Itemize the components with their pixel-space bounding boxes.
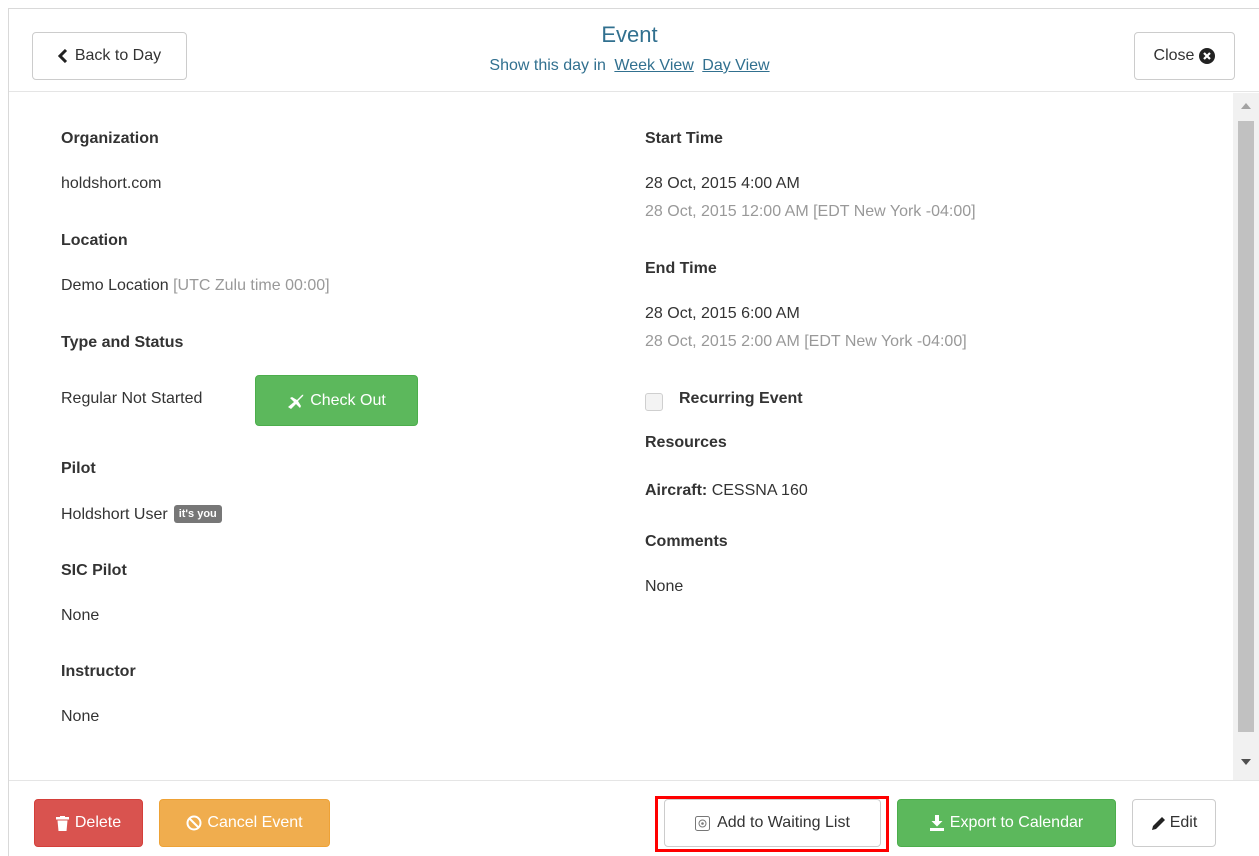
pilot-value-row: Holdshort User it's you	[61, 505, 222, 524]
pilot-value: Holdshort User	[61, 506, 168, 523]
delete-button[interactable]: Delete	[34, 799, 143, 847]
scrollbar-thumb[interactable]	[1238, 121, 1254, 732]
pencil-icon	[1151, 816, 1166, 831]
organization-label: Organization	[61, 130, 159, 147]
close-label: Close	[1153, 47, 1195, 64]
scrollbar[interactable]	[1233, 93, 1259, 780]
start-time-local: 28 Oct, 2015 12:00 AM [EDT New York -04:…	[645, 203, 976, 220]
ban-icon	[186, 815, 202, 831]
instructor-label: Instructor	[61, 663, 136, 680]
resources-label: Resources	[645, 434, 727, 451]
aircraft-value: CESSNA 160	[711, 482, 808, 499]
trash-icon	[55, 815, 69, 831]
view-links: Show this day in Week View Day View	[0, 56, 1259, 76]
times-circle-icon	[1199, 48, 1216, 64]
type-status-label: Type and Status	[61, 334, 184, 351]
instructor-value: None	[61, 708, 100, 725]
page-title: Event	[601, 22, 658, 47]
end-time-label: End Time	[645, 260, 717, 277]
scroll-down-arrow-icon[interactable]	[1241, 759, 1251, 765]
pilot-label: Pilot	[61, 460, 96, 477]
scroll-up-arrow-icon[interactable]	[1241, 103, 1251, 109]
download-icon	[929, 815, 944, 831]
recurring-event-checkbox[interactable]	[645, 393, 663, 411]
sic-pilot-value: None	[61, 607, 100, 624]
type-status-value: Regular Not Started	[61, 390, 203, 407]
week-view-link[interactable]: Week View	[614, 57, 693, 74]
export-to-calendar-label: Export to Calendar	[949, 814, 1084, 831]
end-time-local: 28 Oct, 2015 2:00 AM [EDT New York -04:0…	[645, 333, 967, 350]
day-view-link[interactable]: Day View	[702, 57, 769, 74]
location-value-row: Demo Location [UTC Zulu time 00:00]	[61, 277, 330, 295]
its-you-badge: it's you	[173, 505, 222, 523]
export-to-calendar-button[interactable]: Export to Calendar	[897, 799, 1116, 847]
check-out-label: Check Out	[310, 391, 386, 409]
edit-label: Edit	[1169, 814, 1198, 831]
cancel-event-button[interactable]: Cancel Event	[159, 799, 330, 847]
start-time-label: Start Time	[645, 130, 723, 147]
check-out-button[interactable]: Check Out	[255, 375, 418, 426]
aircraft-row: Aircraft: CESSNA 160	[645, 482, 808, 500]
sic-pilot-label: SIC Pilot	[61, 562, 127, 579]
delete-label: Delete	[74, 814, 122, 831]
comments-label: Comments	[645, 533, 728, 550]
recurring-event-label: Recurring Event	[679, 390, 803, 407]
aircraft-label: Aircraft:	[645, 482, 708, 499]
location-timezone: [UTC Zulu time 00:00]	[173, 277, 330, 294]
start-time-value: 28 Oct, 2015 4:00 AM	[645, 175, 800, 192]
location-value: Demo Location	[61, 277, 169, 294]
location-label: Location	[61, 232, 128, 249]
plane-icon	[287, 393, 305, 409]
end-time-value: 28 Oct, 2015 6:00 AM	[645, 305, 800, 322]
organization-value: holdshort.com	[61, 175, 162, 192]
comments-value: None	[645, 578, 684, 595]
edit-button[interactable]: Edit	[1132, 799, 1216, 847]
highlight-box	[655, 796, 889, 852]
subtitle-prefix: Show this day in	[489, 57, 606, 74]
event-details	[9, 93, 1233, 780]
close-button[interactable]: Close	[1134, 32, 1235, 80]
cancel-event-label: Cancel Event	[207, 814, 303, 831]
